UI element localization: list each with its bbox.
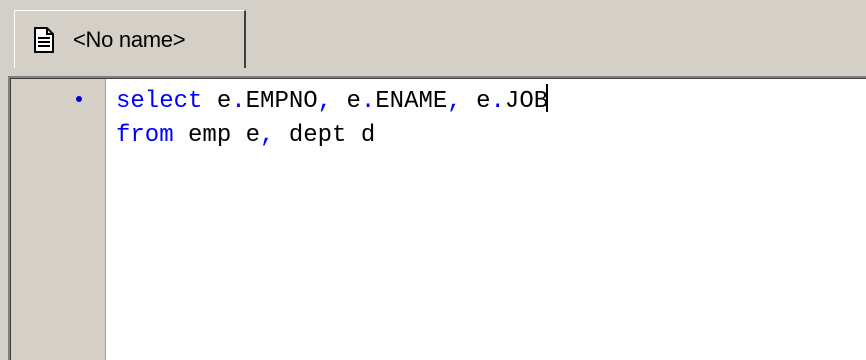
code-comma: , xyxy=(260,122,275,149)
keyword-select: select xyxy=(116,88,203,115)
code-token: e xyxy=(461,88,491,115)
code-token: e xyxy=(332,88,361,115)
code-line-2: from emp e, dept d xyxy=(116,119,548,153)
tab-no-name[interactable]: <No name> xyxy=(14,10,246,68)
code-comma: , xyxy=(447,88,462,115)
current-line-marker-icon xyxy=(76,96,82,102)
editor-frame: select e.EMPNO, e.ENAME, e.JOB from emp e… xyxy=(0,68,866,360)
code-dot: . xyxy=(231,88,246,115)
tab-strip: <No name> xyxy=(0,0,866,69)
document-icon xyxy=(33,26,55,53)
sql-editor[interactable]: select e.EMPNO, e.ENAME, e.JOB from emp e… xyxy=(8,76,866,360)
code-token: ENAME xyxy=(375,88,448,115)
code-dot: . xyxy=(360,88,376,115)
text-caret xyxy=(546,84,549,112)
code-token: EMPNO xyxy=(245,88,318,115)
code-token: emp e xyxy=(173,122,261,149)
code-token: e xyxy=(202,88,232,115)
code-token: JOB xyxy=(504,88,549,115)
keyword-from: from xyxy=(116,122,174,149)
tab-label: <No name> xyxy=(73,26,186,52)
sql-editor-window: <No name> select e.EMPNO, e.ENAME, e.JOB… xyxy=(0,0,866,360)
code-token: dept d xyxy=(274,122,376,149)
line-gutter xyxy=(11,79,106,360)
code-comma: , xyxy=(317,88,333,115)
code-line-1: select e.EMPNO, e.ENAME, e.JOB xyxy=(116,84,549,119)
code-dot: . xyxy=(490,88,505,115)
code-area[interactable]: select e.EMPNO, e.ENAME, e.JOB from emp e… xyxy=(116,84,549,153)
